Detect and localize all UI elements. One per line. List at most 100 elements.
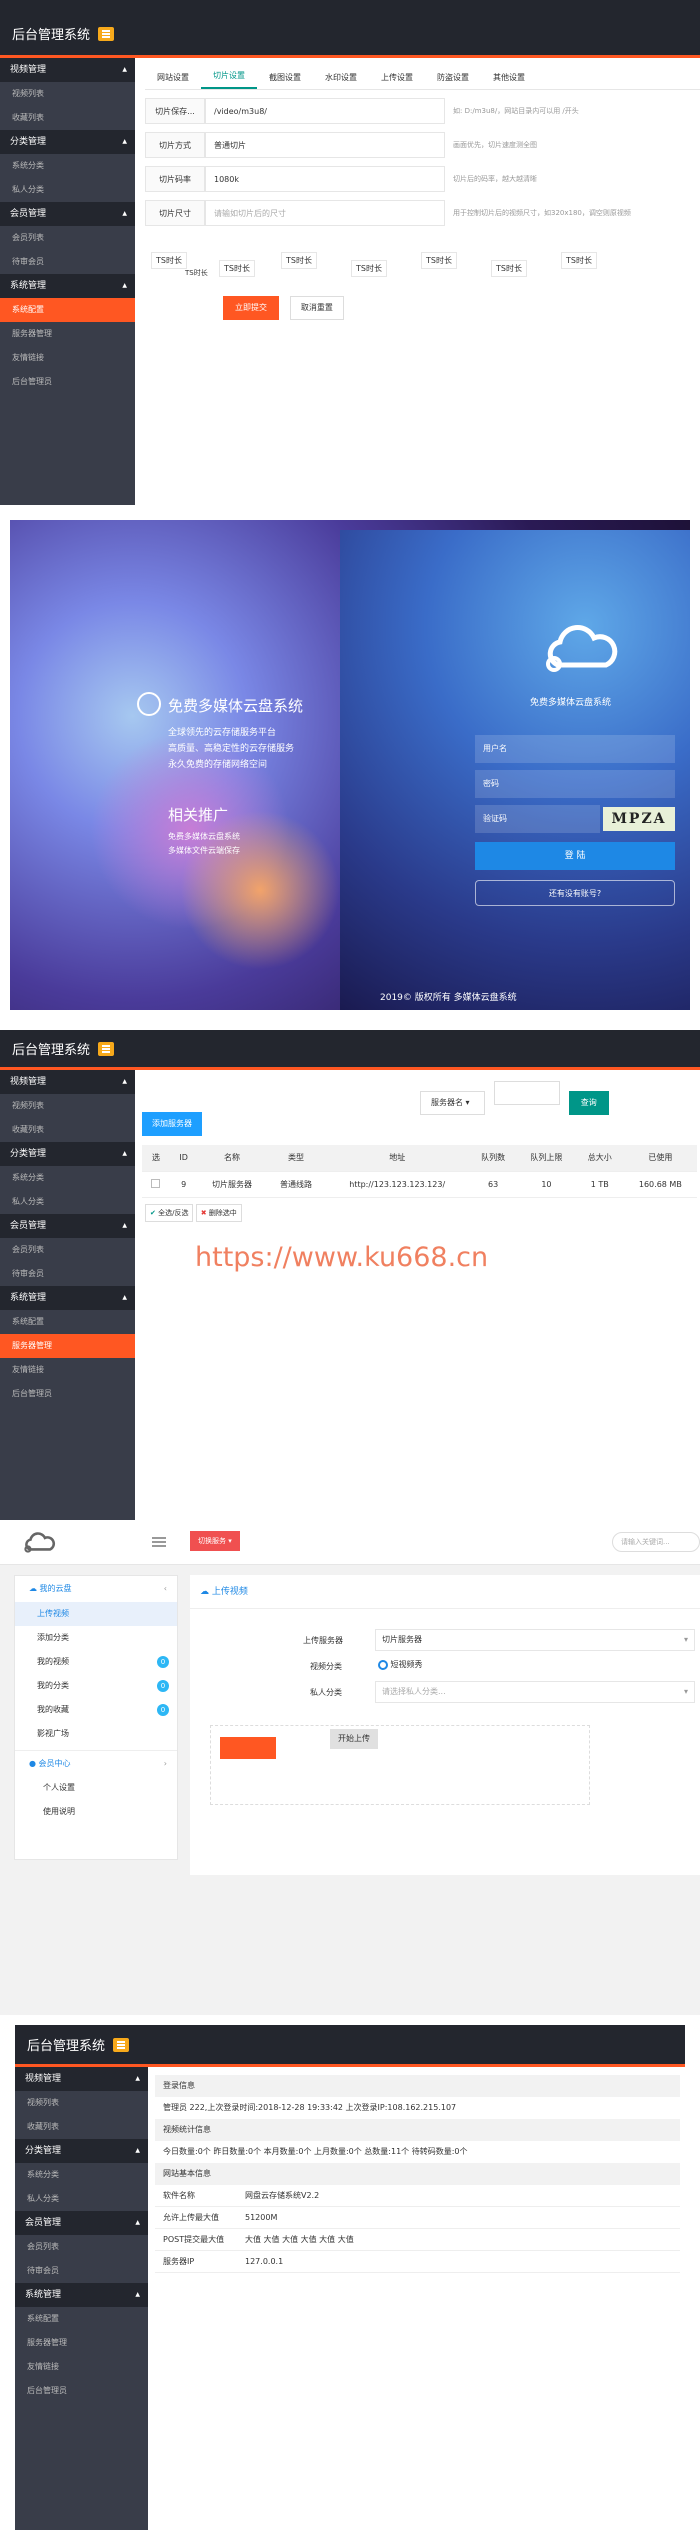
- sidebar-group[interactable]: 分类管理: [0, 130, 135, 154]
- sidebar-group[interactable]: 分类管理: [0, 1142, 135, 1166]
- sidebar-item[interactable]: 收藏列表: [0, 106, 135, 130]
- sidebar-item[interactable]: 视频列表: [0, 82, 135, 106]
- sidebar-item[interactable]: 会员列表: [0, 226, 135, 250]
- query-button[interactable]: 查询: [568, 1091, 609, 1115]
- menu-my-cloud[interactable]: ☁ 我的云盘 ‹: [15, 1576, 177, 1602]
- sidebar-group[interactable]: 会员管理: [15, 2211, 148, 2235]
- sidebar-group[interactable]: 会员管理: [0, 1214, 135, 1238]
- private-select[interactable]: 请选择私人分类... ▾: [375, 1681, 695, 1703]
- menu-icon[interactable]: [152, 1537, 166, 1539]
- captcha-image[interactable]: MPZA: [603, 807, 675, 831]
- tab[interactable]: 其他设置: [481, 72, 537, 89]
- sidebar-item[interactable]: 会员列表: [0, 1238, 135, 1262]
- table-cell: 63: [469, 1171, 518, 1198]
- sidebar-item[interactable]: 私人分类: [0, 178, 135, 202]
- sidebar-item[interactable]: 友情链接: [0, 1358, 135, 1382]
- sidebar-item[interactable]: 视频列表: [15, 2091, 148, 2115]
- sidebar-item[interactable]: 使用说明: [15, 1800, 177, 1824]
- column-header: 类型: [266, 1145, 326, 1172]
- tab[interactable]: 防盗设置: [425, 72, 481, 89]
- sidebar-item[interactable]: 私人分类: [0, 1190, 135, 1214]
- field-input[interactable]: 请输如切片后的尺寸: [205, 200, 445, 226]
- sidebar-item[interactable]: 添加分类: [15, 1626, 177, 1650]
- sidebar-item[interactable]: 服务器管理: [0, 322, 135, 346]
- sidebar-item[interactable]: 我的收藏 0: [15, 1698, 177, 1722]
- sidebar-item[interactable]: 影视广场: [15, 1722, 177, 1746]
- sidebar-item[interactable]: 待审会员: [0, 250, 135, 274]
- field-input[interactable]: 1080k: [205, 166, 445, 192]
- server-select[interactable]: 服务器名 ▾: [420, 1091, 485, 1115]
- server-select[interactable]: 切片服务器 ▾: [375, 1629, 695, 1651]
- sidebar-item[interactable]: 我的分类 0: [15, 1674, 177, 1698]
- table-cell: http://123.123.123.123/: [325, 1171, 470, 1198]
- sidebar-item[interactable]: 后台管理员: [15, 2379, 148, 2403]
- dashboard-main: 登录信息 管理员 222,上次登录时间:2018-12-28 19:33:42 …: [155, 2075, 680, 2273]
- sidebar-item[interactable]: 系统分类: [0, 1166, 135, 1190]
- sidebar-item[interactable]: 系统配置: [0, 298, 135, 322]
- menu-toggle-icon[interactable]: [98, 1041, 115, 1056]
- reset-button[interactable]: 取消重置: [289, 296, 344, 320]
- switch-service-button[interactable]: 切换服务 ▾: [190, 1531, 240, 1551]
- sidebar-item[interactable]: 上传视频: [15, 1602, 177, 1626]
- sidebar-item-label: 我的分类: [37, 1681, 69, 1690]
- category-radio[interactable]: 短视频秀: [378, 1659, 423, 1670]
- sidebar-item[interactable]: 系统配置: [0, 1310, 135, 1334]
- username-input[interactable]: 用户名: [475, 735, 675, 763]
- menu-toggle-icon[interactable]: [113, 2037, 130, 2052]
- select-file-button[interactable]: [220, 1737, 276, 1759]
- sidebar-item[interactable]: 服务器管理: [15, 2331, 148, 2355]
- sidebar-group[interactable]: 系统管理: [0, 274, 135, 298]
- sidebar-item[interactable]: 待审会员: [15, 2259, 148, 2283]
- tab[interactable]: 上传设置: [369, 72, 425, 89]
- sidebar-item[interactable]: 私人分类: [15, 2187, 148, 2211]
- sidebar-group[interactable]: 分类管理: [15, 2139, 148, 2163]
- sidebar-group[interactable]: 视频管理: [15, 2067, 148, 2091]
- sidebar-item[interactable]: 待审会员: [0, 1262, 135, 1286]
- sidebar-group[interactable]: 会员管理: [0, 202, 135, 226]
- sidebar-item[interactable]: 会员列表: [15, 2235, 148, 2259]
- select-all-button[interactable]: ✔ 全选/反选: [145, 1204, 194, 1222]
- password-input[interactable]: 密码: [475, 770, 675, 798]
- upload-panel: ☁ 上传视频 上传服务器 切片服务器 ▾ 视频分类 短视频秀 私人分类 请选择私人…: [190, 1575, 700, 1875]
- sidebar-item[interactable]: 视频列表: [0, 1094, 135, 1118]
- info-value: 51200M: [245, 2213, 278, 2222]
- sidebar-item[interactable]: 后台管理员: [0, 1382, 135, 1406]
- table-row[interactable]: 9 切片服务器 普通线路 http://123.123.123.123/63 10 1 T…: [142, 1171, 697, 1198]
- sidebar-item[interactable]: 收藏列表: [15, 2115, 148, 2139]
- start-upload-button[interactable]: 开始上传: [330, 1729, 378, 1749]
- sidebar-item[interactable]: 后台管理员: [0, 370, 135, 394]
- sidebar-item[interactable]: 收藏列表: [0, 1118, 135, 1142]
- sidebar-item[interactable]: 友情链接: [15, 2355, 148, 2379]
- menu-member-center[interactable]: ● 会员中心 ›: [15, 1750, 177, 1776]
- sidebar-group[interactable]: 视频管理: [0, 1070, 135, 1094]
- info-row: POST提交最大值 大值 大值 大值 大值 大值 大值: [155, 2229, 680, 2251]
- captcha-input[interactable]: 验证码: [475, 805, 600, 833]
- tab[interactable]: 网站设置: [145, 72, 201, 89]
- sidebar-item[interactable]: 系统分类: [15, 2163, 148, 2187]
- sidebar-group[interactable]: 系统管理: [15, 2283, 148, 2307]
- search-input[interactable]: [493, 1081, 560, 1105]
- sidebar-item[interactable]: 我的视频 0: [15, 1650, 177, 1674]
- search-input[interactable]: 请输入关键词...: [612, 1532, 700, 1552]
- login-button[interactable]: 登 陆: [475, 842, 675, 870]
- field-input[interactable]: /video/m3u8/: [205, 98, 445, 124]
- tab[interactable]: 切片设置: [201, 70, 257, 89]
- sidebar: 视频管理视频列表收藏列表分类管理系统分类私人分类会员管理会员列表待审会员系统管理…: [15, 2067, 148, 2530]
- sidebar-item[interactable]: 系统配置: [15, 2307, 148, 2331]
- register-link[interactable]: 还有没有账号?: [475, 880, 675, 906]
- submit-button[interactable]: 立即提交: [223, 296, 279, 320]
- menu-toggle-icon[interactable]: [98, 26, 115, 41]
- sidebar-item[interactable]: 个人设置: [15, 1776, 177, 1800]
- table-cell[interactable]: [142, 1171, 170, 1198]
- sidebar-item[interactable]: 友情链接: [0, 346, 135, 370]
- sidebar-group[interactable]: 系统管理: [0, 1286, 135, 1310]
- delete-selected-button[interactable]: ✖ 删除选中: [195, 1204, 242, 1222]
- sidebar-item[interactable]: 服务器管理: [0, 1334, 135, 1358]
- row-checkbox[interactable]: [151, 1178, 161, 1188]
- field-input[interactable]: 普通切片: [205, 132, 445, 158]
- sidebar-group[interactable]: 视频管理: [0, 58, 135, 82]
- tab[interactable]: 截图设置: [257, 72, 313, 89]
- tab[interactable]: 水印设置: [313, 72, 369, 89]
- sidebar-item[interactable]: 系统分类: [0, 154, 135, 178]
- add-server-button[interactable]: 添加服务器: [142, 1112, 202, 1136]
